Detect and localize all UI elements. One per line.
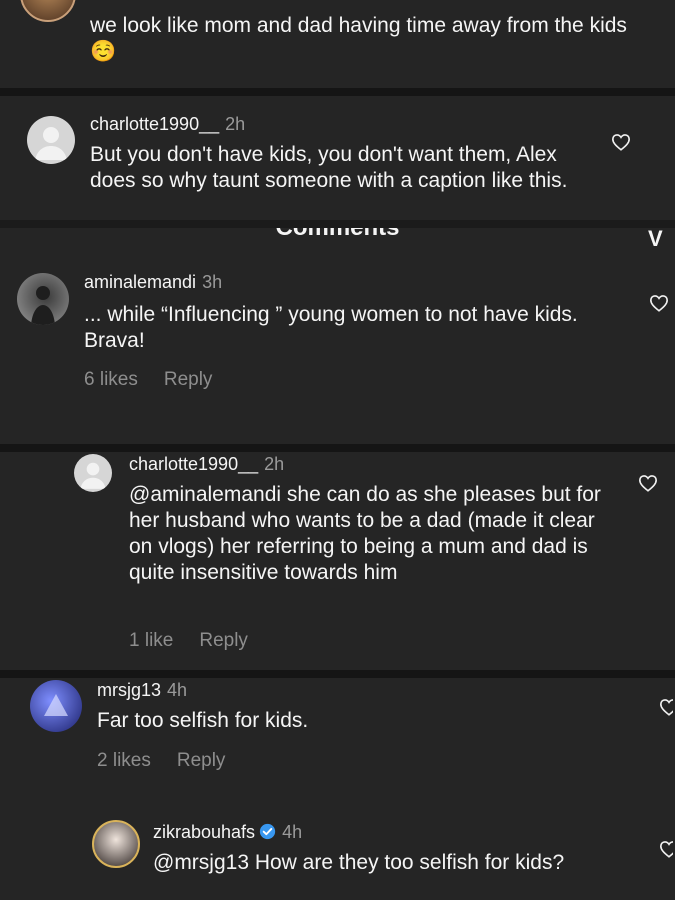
timestamp: 3h — [202, 272, 223, 292]
divider — [0, 88, 675, 96]
comment-header: charlotte1990__ 2h — [129, 454, 284, 475]
comment-text: Far too selfish for kids. — [97, 709, 309, 732]
comment-header: mrsjg13 4h — [97, 680, 187, 701]
comment-text: @aminalemandi she can do as she pleases … — [129, 483, 601, 584]
comment-text: ... while “Influencing ” young women to … — [84, 303, 578, 352]
timestamp: 4h — [167, 680, 188, 700]
username[interactable]: mrsjg13 — [97, 680, 161, 700]
comment-text: we look like mom and dad having time awa… — [90, 14, 627, 63]
comment-text: But you don't have kids, you don't want … — [90, 143, 568, 192]
timestamp: 4h — [282, 822, 303, 842]
timestamp: 2h — [264, 454, 285, 474]
avatar[interactable] — [17, 273, 69, 325]
comment-header: charlotte1990__ 2h — [90, 114, 245, 135]
avatar[interactable] — [30, 680, 82, 732]
avatar[interactable] — [20, 0, 76, 22]
heart-icon[interactable] — [611, 133, 631, 151]
likes-count[interactable]: 1 like — [129, 630, 173, 651]
heart-icon[interactable] — [659, 698, 673, 716]
comment-actions: 2 likes Reply — [97, 750, 225, 772]
comment-panel-charlotte: charlotte1990__ 2h But you don't have kid… — [0, 96, 675, 220]
avatar-placeholder[interactable] — [27, 116, 75, 164]
divider — [0, 444, 675, 452]
heart-icon[interactable] — [638, 474, 658, 492]
comment-header: aminalemandi 3h — [84, 272, 222, 293]
avatar[interactable] — [92, 820, 140, 868]
comment-panel-charlotte-reply: charlotte1990__ 2h @aminalemandi she can … — [0, 452, 675, 670]
heart-icon[interactable] — [659, 840, 673, 858]
comment-panel-top: we look like mom and dad having time awa… — [0, 0, 675, 88]
reply-button[interactable]: Reply — [177, 750, 226, 771]
comment-header: zikrabouhafs 4h — [153, 822, 302, 843]
comments-header-title: Comments — [0, 228, 675, 242]
username[interactable]: zikrabouhafs — [153, 822, 255, 842]
username[interactable]: charlotte1990__ — [129, 454, 258, 474]
divider — [0, 670, 675, 678]
likes-count[interactable]: 2 likes — [97, 750, 151, 771]
timestamp: 2h — [225, 114, 246, 134]
chevron-down-icon[interactable]: V — [648, 228, 663, 252]
heart-icon[interactable] — [649, 294, 669, 312]
username[interactable]: charlotte1990__ — [90, 114, 219, 134]
username[interactable]: aminalemandi — [84, 272, 196, 292]
reply-button[interactable]: Reply — [164, 369, 213, 390]
reply-button[interactable]: Reply — [199, 630, 248, 651]
comment-actions: 1 like Reply — [129, 630, 248, 652]
avatar-placeholder[interactable] — [74, 454, 112, 492]
comment-text: @mrsjg13 How are they too selfish for ki… — [153, 851, 565, 874]
comment-panel-mrsjg13: mrsjg13 4h Far too selfish for kids. 2 li… — [0, 678, 675, 900]
comment-actions: 6 likes Reply — [84, 369, 212, 391]
likes-count[interactable]: 6 likes — [84, 369, 138, 390]
comment-panel-amina: Comments V aminalemandi 3h ... while “Inf… — [0, 228, 675, 444]
verified-badge-icon — [259, 823, 276, 840]
